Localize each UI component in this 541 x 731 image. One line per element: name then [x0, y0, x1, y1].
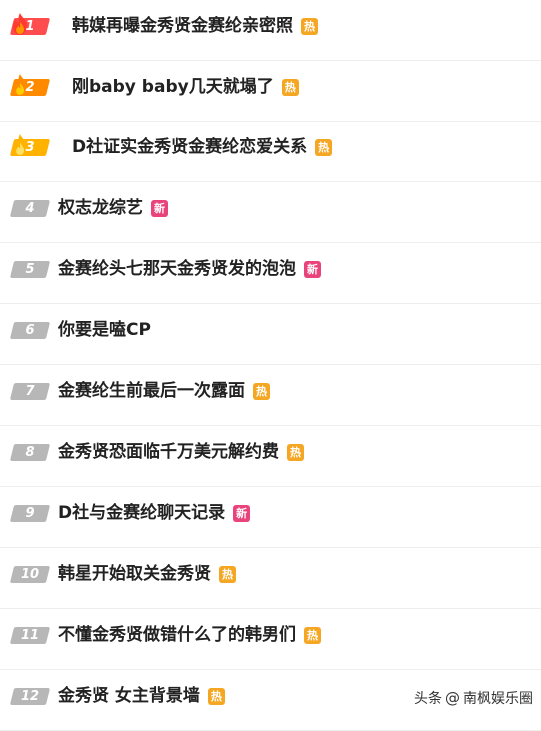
list-item[interactable]: 10 韩星开始取关金秀贤热: [0, 548, 541, 609]
list-item[interactable]: 4 权志龙综艺新: [0, 182, 541, 243]
item-title[interactable]: 金赛纶头七那天金秀贤发的泡泡: [58, 255, 296, 283]
rank-tag: 8: [9, 444, 51, 461]
item-title-wrap: D社与金赛纶聊天记录新: [58, 499, 251, 527]
watermark: 头条 @ 南枫娱乐圈: [414, 686, 533, 710]
rank-tag: 1: [9, 13, 51, 35]
watermark-at: @: [445, 689, 460, 707]
list-item[interactable]: 3 D社证实金秀贤金赛纶恋爱关系热: [0, 121, 541, 182]
item-title[interactable]: 金秀贤恐面临千万美元解约费: [58, 438, 279, 466]
new-badge: 新: [233, 504, 251, 522]
hot-badge: 热: [219, 565, 236, 583]
rank-number: 6: [25, 323, 35, 338]
item-title[interactable]: D社与金赛纶聊天记录: [58, 499, 225, 527]
rank-number: 10: [20, 567, 40, 582]
item-title-wrap: 金赛纶生前最后一次露面热: [58, 377, 270, 405]
rank-tag: 2: [9, 74, 51, 96]
rank-tag: 10: [9, 566, 51, 583]
new-badge: 新: [151, 199, 168, 217]
list-item[interactable]: 1 韩媒再曝金秀贤金赛纶亲密照热: [0, 0, 541, 61]
hot-badge: 热: [301, 17, 318, 35]
hot-badge: 热: [281, 78, 299, 96]
rank-number: 4: [25, 201, 35, 216]
item-title-wrap: 金赛纶头七那天金秀贤发的泡泡新: [58, 255, 321, 283]
rank-number: 1: [25, 19, 35, 34]
item-title-wrap: 你要是嗑CP: [58, 316, 151, 344]
item-title-wrap: 金秀贤 女主背景墙热: [58, 682, 225, 710]
list-item[interactable]: 2 刚baby baby几天就塌了热: [0, 61, 541, 122]
rank-number: 3: [25, 140, 35, 155]
item-title-wrap: 权志龙综艺新: [58, 194, 168, 222]
rank-number: 9: [25, 506, 35, 521]
rank-tag: 6: [9, 322, 51, 339]
rank-number: 12: [20, 689, 40, 704]
item-title[interactable]: 金赛纶生前最后一次露面: [58, 377, 245, 405]
list-item[interactable]: 8 金秀贤恐面临千万美元解约费热: [0, 426, 541, 487]
rank-number: 2: [25, 80, 35, 95]
new-badge: 新: [304, 260, 321, 278]
item-title[interactable]: 韩星开始取关金秀贤: [58, 560, 211, 588]
item-title-wrap: 韩媒再曝金秀贤金赛纶亲密照热: [72, 12, 318, 40]
rank-tag: 5: [9, 261, 51, 278]
rank-tag: 9: [9, 505, 51, 522]
rank-tag: 12: [9, 688, 51, 705]
item-title-wrap: D社证实金秀贤金赛纶恋爱关系热: [72, 133, 333, 161]
item-title-wrap: 不懂金秀贤做错什么了的韩男们热: [58, 621, 321, 649]
rank-number: 7: [25, 384, 35, 399]
hot-badge: 热: [287, 443, 304, 461]
rank-tag: 7: [9, 383, 51, 400]
item-title-wrap: 金秀贤恐面临千万美元解约费热: [58, 438, 304, 466]
item-title[interactable]: 韩媒再曝金秀贤金赛纶亲密照: [72, 12, 293, 40]
rank-number: 8: [25, 445, 35, 460]
rank-tag: 11: [9, 627, 51, 644]
rank-tag: 4: [9, 200, 51, 217]
list-item[interactable]: 6 你要是嗑CP: [0, 304, 541, 365]
list-item[interactable]: 5 金赛纶头七那天金秀贤发的泡泡新: [0, 243, 541, 304]
item-title[interactable]: 不懂金秀贤做错什么了的韩男们: [58, 621, 296, 649]
item-title[interactable]: D社证实金秀贤金赛纶恋爱关系: [72, 133, 307, 161]
list-item[interactable]: 11 不懂金秀贤做错什么了的韩男们热: [0, 609, 541, 670]
item-title[interactable]: 刚baby baby几天就塌了: [72, 73, 274, 101]
rank-number: 11: [20, 628, 40, 643]
watermark-account: 南枫娱乐圈: [463, 691, 533, 707]
item-title[interactable]: 金秀贤 女主背景墙: [58, 682, 200, 710]
item-title[interactable]: 你要是嗑CP: [58, 316, 151, 344]
rank-tag: 3: [9, 134, 51, 156]
watermark-prefix: 头条: [414, 691, 442, 707]
item-title-wrap: 韩星开始取关金秀贤热: [58, 560, 236, 588]
list-item[interactable]: 7 金赛纶生前最后一次露面热: [0, 365, 541, 426]
item-title[interactable]: 权志龙综艺: [58, 194, 143, 222]
hot-badge: 热: [315, 138, 333, 156]
hot-badge: 热: [253, 382, 270, 400]
hot-badge: 热: [207, 687, 225, 705]
list-item[interactable]: 9 D社与金赛纶聊天记录新: [0, 487, 541, 548]
hot-badge: 热: [304, 626, 321, 644]
hot-search-list: 1 韩媒再曝金秀贤金赛纶亲密照热 2 刚baby baby几天就塌了热 3 D社证实金秀贤…: [0, 0, 541, 731]
item-title-wrap: 刚baby baby几天就塌了热: [72, 73, 299, 101]
rank-number: 5: [25, 262, 35, 277]
